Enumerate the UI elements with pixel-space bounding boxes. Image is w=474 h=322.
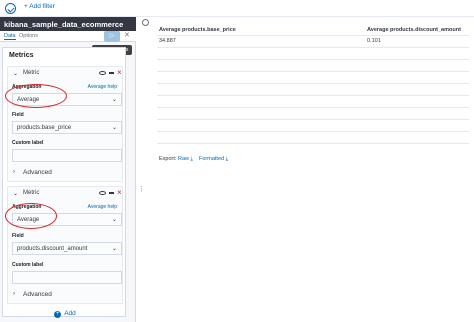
divider (157, 143, 469, 144)
filter-options-icon[interactable] (5, 3, 16, 14)
collapse-sidebar-icon[interactable] (142, 19, 149, 26)
divider (157, 95, 469, 96)
divider (157, 107, 469, 108)
metric-agg-header[interactable]: ⌄ Metric × (8, 67, 124, 80)
aggregation-help-link[interactable]: Average help (88, 84, 117, 90)
divider (157, 35, 469, 36)
metric-agg-1: ⌄ Metric × Aggregation Average help Aver… (7, 66, 123, 182)
chevron-down-icon: ⌄ (111, 246, 117, 252)
divider (157, 119, 469, 120)
table-header[interactable]: Average products.base_price (159, 27, 236, 33)
remove-icon[interactable]: × (117, 188, 122, 197)
chevron-down-icon: ⌄ (111, 217, 117, 223)
divider (157, 131, 469, 132)
apply-changes-button[interactable]: ▷ (104, 31, 120, 42)
metrics-panel-title: Metrics (9, 52, 34, 59)
field-select-value: products.discount_amount (17, 246, 88, 252)
metric-agg-title: Metric (23, 190, 40, 196)
eye-icon[interactable] (99, 191, 106, 195)
export-raw-link[interactable]: Raw ⤓ (178, 156, 193, 163)
eye-icon[interactable] (99, 71, 106, 75)
drag-handle-icon[interactable] (109, 72, 114, 74)
custom-label-input[interactable] (12, 271, 122, 284)
metric-agg-header[interactable]: ⌄ Metric × (8, 187, 124, 200)
table-cell: 34.887 (159, 38, 176, 44)
field-select-value: products.base_price (17, 125, 72, 131)
resize-handle-icon[interactable]: ⋮ (138, 185, 145, 193)
download-icon: ⤓ (190, 156, 193, 162)
advanced-toggle[interactable]: Advanced (23, 291, 52, 298)
annotation-circle (5, 84, 67, 108)
aggregation-help-link[interactable]: Average help (88, 204, 117, 210)
discard-changes-icon[interactable]: ✕ (124, 31, 130, 39)
custom-label-label: Custom label (12, 262, 44, 268)
divider (157, 47, 469, 48)
chevron-down-icon[interactable]: ⌄ (13, 190, 18, 197)
field-select[interactable]: products.discount_amount ⌄ (12, 242, 122, 255)
index-pattern-title: kibana_sample_data_ecommerce (0, 17, 136, 31)
top-bar: + Add filter (0, 0, 474, 17)
field-select[interactable]: products.base_price ⌄ (12, 121, 122, 134)
tab-data[interactable]: Data (4, 33, 16, 40)
chevron-down-icon[interactable]: ⌄ (13, 70, 18, 77)
chevron-down-icon: ⌄ (111, 125, 117, 131)
metric-agg-title: Metric (23, 70, 40, 76)
add-agg-button[interactable]: + Add (3, 310, 127, 318)
download-icon: ⤓ (225, 156, 229, 162)
add-agg-label: Add (64, 310, 76, 317)
chevron-down-icon: ⌄ (111, 97, 117, 103)
field-label: Field (12, 233, 24, 239)
custom-label-input[interactable] (12, 149, 122, 162)
drag-handle-icon[interactable] (109, 192, 114, 194)
divider (157, 71, 469, 72)
divider (157, 59, 469, 60)
export-formatted-link[interactable]: Formatted ⤓ (199, 156, 228, 163)
export-raw-label: Raw (178, 156, 190, 162)
play-icon: ▷ (109, 33, 115, 39)
tab-options[interactable]: Options (19, 33, 38, 39)
add-filter-link[interactable]: + Add filter (24, 3, 55, 10)
table-header[interactable]: Average products.discount_amount (367, 27, 461, 33)
chevron-right-icon[interactable]: › (13, 291, 15, 297)
table-cell: 0.101 (367, 38, 381, 44)
annotation-circle (5, 203, 57, 229)
field-label: Field (12, 112, 24, 118)
remove-icon[interactable]: × (117, 68, 122, 77)
export-label: Export: (159, 156, 177, 162)
advanced-toggle[interactable]: Advanced (23, 169, 52, 176)
divider (157, 83, 469, 84)
chevron-right-icon[interactable]: › (13, 169, 15, 175)
custom-label-label: Custom label (12, 140, 44, 146)
plus-icon: + (54, 311, 62, 318)
export-formatted-label: Formatted (199, 156, 225, 162)
